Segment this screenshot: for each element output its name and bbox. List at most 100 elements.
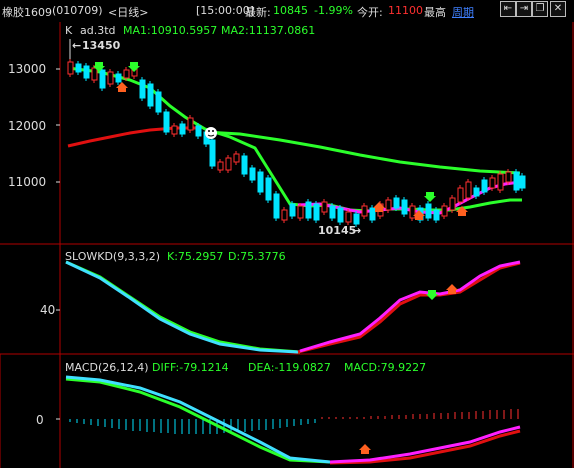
candle-body [449,197,456,211]
candle-body [425,203,432,219]
period-label[interactable]: <日线> [108,4,148,20]
title-bar: 橡胶1609 (010709) <日线> [15:00:00] 最新: 1084… [0,0,574,22]
candle-body [513,171,520,191]
candle-body [345,211,352,223]
kd-d-line-red [297,261,521,354]
y-tick-12000: 12000 [8,119,46,133]
chart-area[interactable]: 13000 12000 11000 K ad.3td MA1:10910.595… [0,22,574,468]
kd-k-line [65,260,299,354]
candle-body [115,73,122,83]
high-marker-value: 13450 [82,39,121,52]
candle-body [147,83,154,107]
candle-body [393,197,400,209]
ma2-label: MA2:11137.0861 [221,24,315,37]
candle-body [361,205,368,217]
candle-body [281,209,288,221]
latest-value: 10845 [273,4,308,17]
candle-body [313,203,320,221]
candle-body [91,67,98,81]
candle-body [155,91,162,113]
sell-arrow-icon [424,192,436,202]
high-label: 最高 [424,6,446,19]
buy-arrow-icon [359,444,371,454]
candle-body [505,171,512,183]
macd-histogram [69,409,519,434]
y-tick-13000: 13000 [8,62,46,76]
candle-body [473,187,480,197]
prev-icon[interactable]: ⇤ [500,1,516,17]
candle-body [321,201,328,213]
candle-body [433,209,440,221]
macd-diff-line-pink [329,425,521,464]
ma1-label: MA1:10910.5957 [123,24,217,37]
candle-body [337,207,344,223]
kd-d-line [65,260,301,354]
open-label: 今开: [357,6,383,19]
low-marker-value: 10145 [318,224,356,237]
candle-body [241,155,248,175]
high-marker-prefix: ← [72,39,81,52]
restore-icon[interactable]: ❐ [532,1,548,17]
sell-arrow-icon [128,62,140,72]
candle-body [195,125,202,137]
macd-macd: MACD:79.9227 [344,361,426,374]
candle-body [257,171,264,193]
candle-body [497,173,504,191]
candle-body [139,79,146,99]
candle-body [249,167,256,181]
macd-dea-line [65,377,331,464]
kd-k-value: K:75.2957 [167,250,223,263]
candle-body [519,175,526,189]
candle-body [225,157,232,171]
kd-title: SLOWKD(9,3,3,2) [65,250,160,263]
candle-body [465,181,472,199]
candle-body [233,153,240,163]
candle-body [67,61,74,75]
kd-d-value: D:75.3776 [228,250,286,263]
candle-body [353,213,360,225]
macd-diff: DIFF:-79.1214 [152,361,229,374]
instrument-name: 橡胶1609 [2,6,52,19]
candle-body [99,69,106,89]
candle-body [457,187,464,203]
candle-body [297,205,304,219]
change-pct: -1.99% [314,4,353,17]
latest-label: 最新: [245,6,271,19]
smiley-icon [205,127,217,139]
candle-body [75,63,82,73]
candle-body [187,117,194,131]
close-icon[interactable]: ✕ [550,1,566,17]
period-link[interactable]: 周期 [452,4,474,20]
candle-body [123,69,130,79]
candle-body [369,207,376,221]
candle-body [171,125,178,135]
macd-y-tick: 0 [36,413,44,427]
candle-body [305,201,312,219]
macd-diff-line [65,375,331,464]
candle-body [217,161,224,171]
candle-body [481,179,488,193]
candle-body [409,205,416,219]
main-k-label: K [65,24,73,37]
kd-y-tick: 40 [40,303,55,317]
candle-body [401,199,408,215]
main-indicator-label: ad.3td [80,24,116,37]
candle-body [107,71,114,85]
next-icon[interactable]: ⇥ [516,1,532,17]
low-marker-arrow: → [352,224,361,237]
candle-body [83,65,90,79]
candle-body [289,203,296,217]
candle-body [273,193,280,219]
candle-body [329,205,336,219]
instrument-code: (010709) [52,4,103,17]
open-value: 11100 [388,4,423,17]
candle-body [489,177,496,189]
candle-body [441,205,448,217]
candle-body [265,177,272,201]
y-tick-11000: 11000 [8,175,46,189]
candle-body [385,199,392,211]
candle-body [179,123,186,135]
macd-dea: DEA:-119.0827 [248,361,331,374]
ma1-line [67,66,522,213]
candle-body [209,139,216,167]
